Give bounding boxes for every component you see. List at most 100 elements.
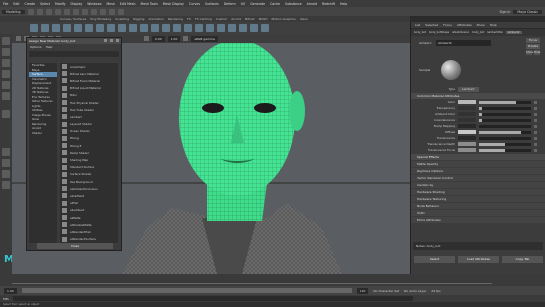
- attribute-slider[interactable]: [479, 100, 531, 104]
- undo-icon[interactable]: [54, 8, 61, 15]
- shelf-tab-mash[interactable]: MASH: [259, 17, 268, 21]
- close-button[interactable]: Close: [37, 243, 113, 249]
- menu-help[interactable]: Help: [46, 45, 53, 49]
- focus-button[interactable]: Focus: [526, 38, 540, 43]
- no-anim-layer[interactable]: No Anim Layer: [404, 289, 426, 293]
- material-item[interactable]: Standard Surface: [60, 164, 118, 171]
- attribute-swatch[interactable]: [458, 148, 476, 152]
- select-button[interactable]: Select: [414, 255, 455, 263]
- shelf-tab-rigging[interactable]: Rigging: [133, 17, 144, 21]
- presets-button[interactable]: Presets: [526, 44, 540, 49]
- fps-selector[interactable]: 24 fps: [431, 289, 440, 293]
- material-item[interactable]: Ocean Shader: [60, 128, 118, 135]
- rotate-tool-icon[interactable]: [2, 81, 10, 89]
- material-item[interactable]: Surface Shader: [60, 171, 118, 178]
- material-item[interactable]: aiLambert: [60, 207, 118, 214]
- view-transform-field[interactable]: sRGB gamma: [191, 35, 218, 42]
- shelf-tool-icon[interactable]: [217, 24, 225, 32]
- attribute-slider[interactable]: [479, 136, 531, 140]
- material-item[interactable]: Hair Physical Shader: [60, 99, 118, 106]
- shelf-tab-arnold[interactable]: Arnold: [231, 17, 241, 21]
- scale-tool-icon[interactable]: [2, 92, 10, 100]
- attribute-slider[interactable]: [479, 124, 531, 128]
- exposure-field[interactable]: 0.00: [152, 35, 165, 42]
- material-item[interactable]: Ramp Shader: [60, 149, 118, 156]
- map-button-icon[interactable]: [534, 142, 537, 146]
- grid-icon[interactable]: [144, 36, 149, 41]
- menu-curves[interactable]: Curves: [189, 2, 200, 6]
- attribute-swatch[interactable]: [458, 112, 476, 116]
- shelf-tab-fx-caching[interactable]: FX Caching: [195, 17, 212, 21]
- map-button-icon[interactable]: [534, 100, 537, 104]
- material-item[interactable]: aiMatte: [60, 214, 118, 221]
- select-tool-icon[interactable]: [2, 37, 10, 45]
- attribute-swatch[interactable]: [458, 106, 476, 110]
- material-item[interactable]: Lambert: [60, 113, 118, 120]
- shelf-tool-icon[interactable]: [184, 24, 192, 32]
- shelf-tab-custom[interactable]: Custom: [216, 17, 228, 21]
- sign-in-button[interactable]: Sign in: [500, 10, 511, 14]
- node-tab[interactable]: lambert2SG: [487, 31, 502, 34]
- material-item[interactable]: Bifrost Liquid Material: [60, 85, 118, 92]
- menu-windows[interactable]: Windows: [87, 2, 101, 6]
- map-button-icon[interactable]: [534, 112, 537, 116]
- shelf-tool-icon[interactable]: [30, 24, 38, 32]
- maximize-icon[interactable]: [110, 39, 114, 42]
- attribute-slider[interactable]: [479, 142, 531, 146]
- section-extra[interactable]: Extra Attributes: [411, 217, 545, 223]
- section-matte[interactable]: Matte Opacity: [411, 161, 545, 167]
- hide-button[interactable]: Hide: [534, 50, 540, 55]
- range-start-field[interactable]: 1.00: [4, 287, 17, 294]
- new-scene-icon[interactable]: [27, 8, 34, 15]
- shelf-tool-icon[interactable]: [261, 24, 269, 32]
- node-name-field[interactable]: lambert2: [436, 40, 491, 46]
- section-raytrace[interactable]: Raytrace Options: [411, 168, 545, 174]
- shelf-tab-motion-graphics[interactable]: Motion Graphics: [271, 17, 295, 21]
- ae-tab-help[interactable]: Help: [490, 23, 497, 27]
- menu-modify[interactable]: Modify: [55, 2, 66, 6]
- map-button-icon[interactable]: [534, 106, 537, 110]
- time-slider[interactable]: [0, 274, 545, 286]
- attribute-slider[interactable]: [479, 118, 531, 122]
- layout-single-icon[interactable]: [2, 148, 10, 156]
- layout-four-icon[interactable]: [2, 159, 10, 167]
- range-bar[interactable]: [21, 288, 352, 293]
- shelf-tool-icon[interactable]: [52, 24, 60, 32]
- workspace-selector[interactable]: Maya Classic: [513, 9, 542, 14]
- no-character-set[interactable]: No Character Set: [373, 289, 399, 293]
- open-scene-icon[interactable]: [36, 8, 43, 15]
- attribute-swatch[interactable]: [458, 124, 476, 128]
- ae-tab-attributes[interactable]: Attributes: [457, 23, 472, 27]
- material-item[interactable]: Phong E: [60, 142, 118, 149]
- material-item[interactable]: Hair Tube Shader: [60, 106, 118, 113]
- shelf-tool-icon[interactable]: [96, 24, 104, 32]
- menu-cache[interactable]: Cache: [270, 2, 280, 6]
- notes-field[interactable]: Notes: body_bot: [413, 242, 543, 250]
- material-item[interactable]: Bifrost Aero Material: [60, 70, 118, 77]
- snap-point-icon[interactable]: [99, 8, 106, 15]
- menu-edit-mesh[interactable]: Edit Mesh: [120, 2, 136, 6]
- menu-file[interactable]: File: [3, 2, 8, 6]
- material-item[interactable]: Use Background: [60, 178, 118, 185]
- attribute-swatch[interactable]: [458, 142, 476, 146]
- shelf-tool-icon[interactable]: [129, 24, 137, 32]
- menu-arnold[interactable]: Arnold: [307, 2, 317, 6]
- shelf-tool-icon[interactable]: [118, 24, 126, 32]
- ae-tab-focus[interactable]: Focus: [443, 23, 452, 27]
- material-item[interactable]: aiFlat: [60, 200, 118, 207]
- menu-help[interactable]: Help: [340, 2, 347, 6]
- menu-surfaces[interactable]: Surfaces: [205, 2, 219, 6]
- lasso-tool-icon[interactable]: [2, 48, 10, 56]
- node-tab[interactable]: body_botShape: [429, 31, 449, 34]
- attribute-swatch[interactable]: [458, 136, 476, 140]
- map-button-icon[interactable]: [534, 136, 537, 140]
- menu-options[interactable]: Options: [30, 45, 42, 49]
- shelf-tool-icon[interactable]: [195, 24, 203, 32]
- menu-create[interactable]: Create: [25, 2, 36, 6]
- map-button-icon[interactable]: [534, 118, 537, 122]
- attribute-slider[interactable]: [479, 148, 531, 152]
- attribute-slider[interactable]: [479, 130, 531, 134]
- material-item[interactable]: Bifrost Foam Material: [60, 77, 118, 84]
- ae-tab-show[interactable]: Show: [477, 23, 485, 27]
- redo-icon[interactable]: [63, 8, 70, 15]
